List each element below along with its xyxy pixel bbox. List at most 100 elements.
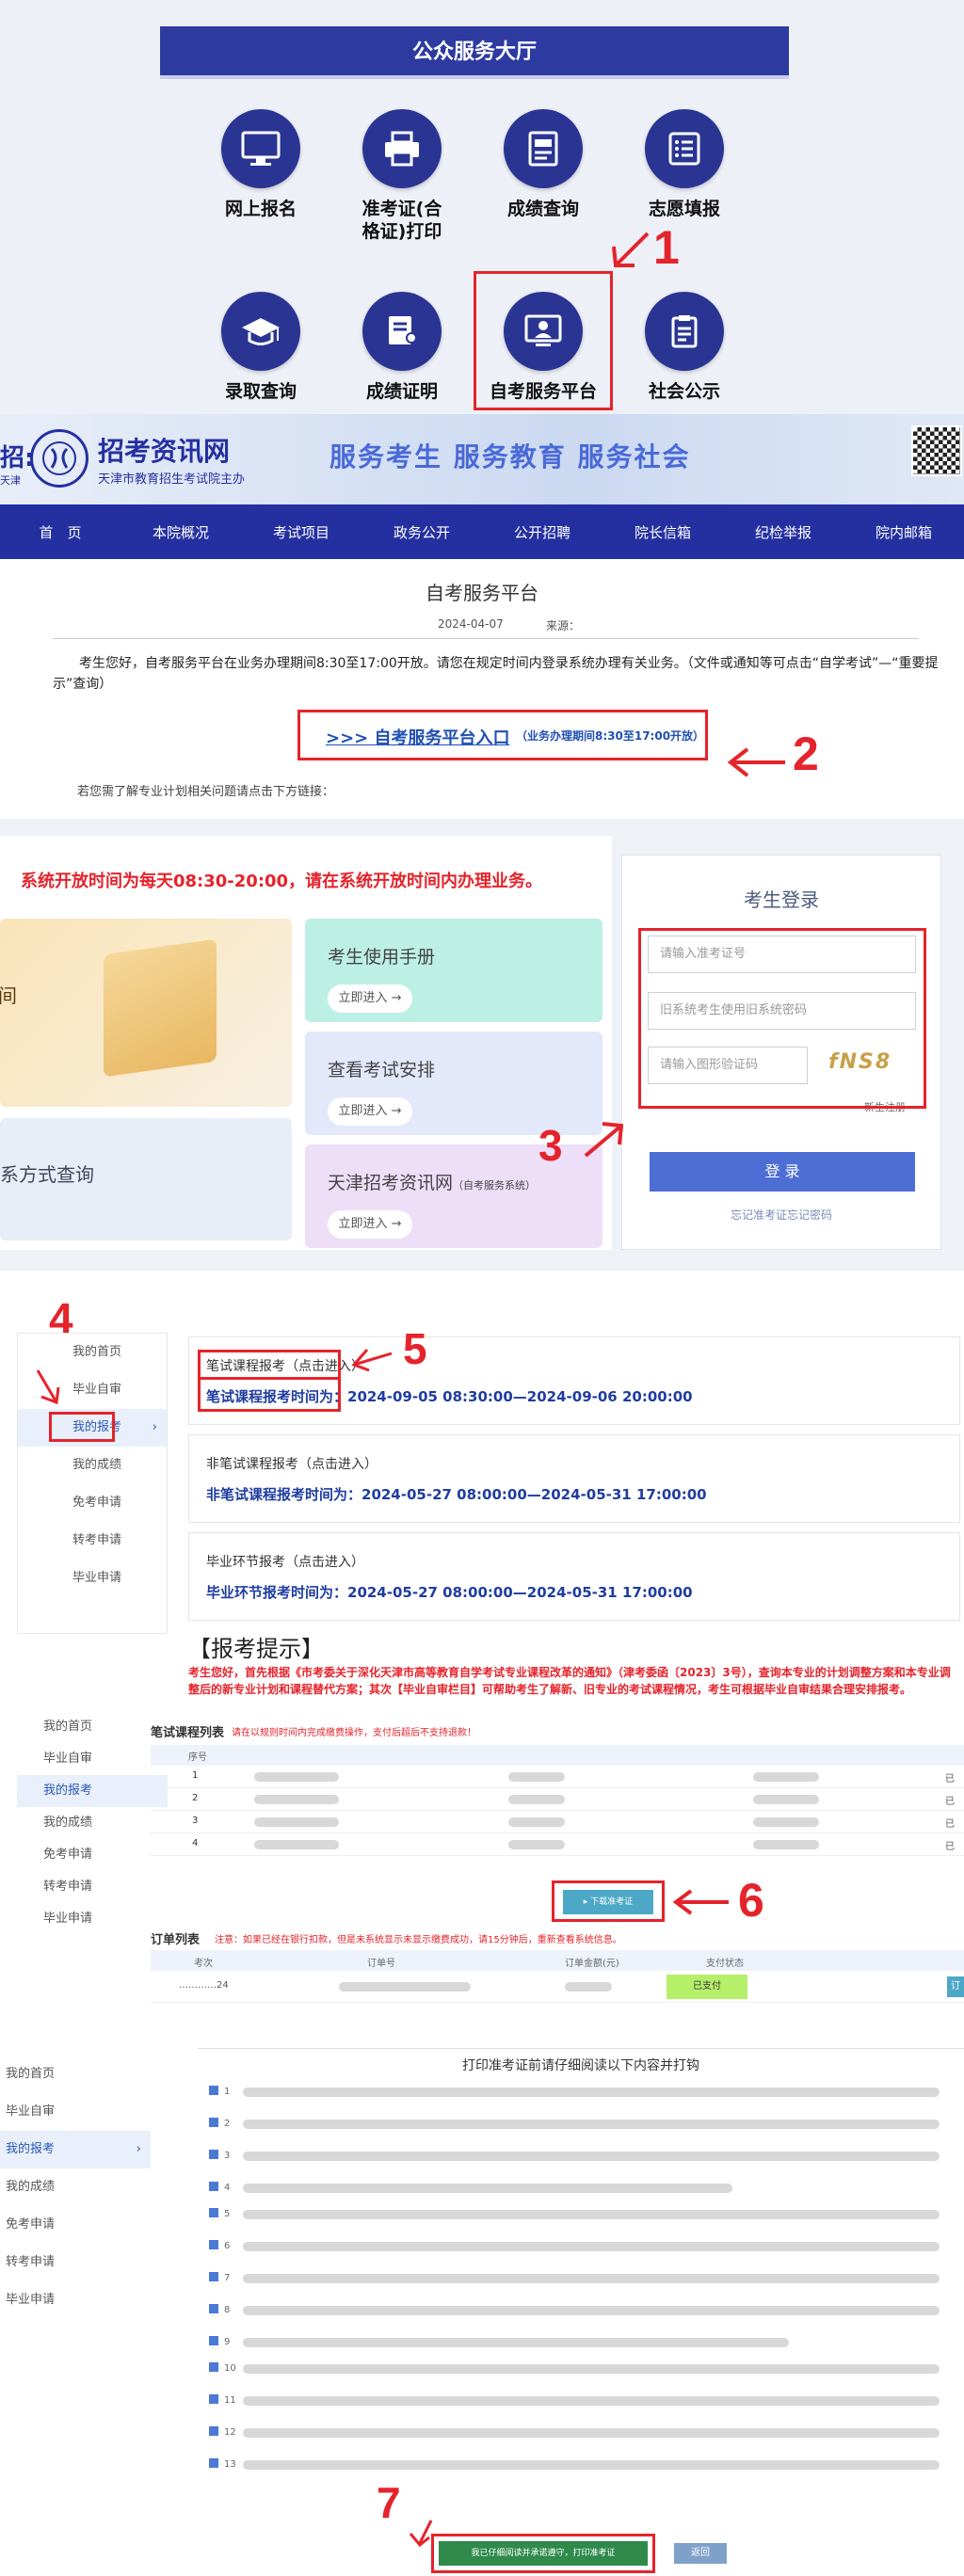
nav-item[interactable]: 公开招聘 [482, 522, 602, 542]
sidebar-item-my-scores[interactable]: 我的成绩 [0, 2168, 151, 2206]
order-table-title: 订单列表 [151, 1933, 201, 1947]
checkbox-icon[interactable] [209, 2336, 218, 2345]
view-order-button[interactable]: 订 [947, 1976, 964, 1997]
sidebar-item-home[interactable]: 我的首页 [17, 1711, 168, 1743]
highlight-box [638, 928, 926, 1109]
exam-info-website: 招: 天津 招考资讯网 天津市教育招生考试院主办 服务考生 服务教育 服务社会 … [0, 414, 964, 819]
sidebar-item-graduation-review[interactable]: 毕业自审 [0, 2093, 151, 2131]
enter-button[interactable]: 立即进入 → [328, 1097, 412, 1126]
back-button[interactable]: 返回 [674, 2543, 727, 2564]
print-title: 打印准考证前请仔细阅读以下内容并打钩 [462, 2058, 699, 2073]
sidebar-item-graduation-apply[interactable]: 毕业申请 [18, 1560, 167, 1597]
order-table-header: 考次 订单号 订单金额(元) 支付状态 [151, 1950, 964, 1971]
article-source: 来源： [546, 619, 581, 632]
list-item[interactable]: 1 [209, 2084, 962, 2100]
step-number: 2 [793, 728, 819, 780]
step-number: 7 [377, 2478, 401, 2527]
arrow-icon [672, 1889, 729, 1915]
sidebar: 我的首页 毕业自审 我的报考 我的成绩 免考申请 转考申请 毕业申请 [17, 1711, 168, 1958]
checkbox-icon[interactable] [209, 2394, 218, 2404]
list-item[interactable]: 10 [209, 2360, 962, 2376]
checkbox-icon[interactable] [209, 2458, 218, 2468]
sidebar-item-my-enrollment[interactable]: 我的报考 › [0, 2131, 151, 2168]
enter-button[interactable]: 立即进入 → [328, 1210, 412, 1239]
nav-item[interactable]: 本院概况 [120, 522, 241, 542]
service-admission-ticket-print[interactable]: 准考证(合 格证)打印 [331, 109, 473, 243]
service-application-fill[interactable]: 志愿填报 [614, 109, 755, 220]
list-item[interactable]: 3 [209, 2148, 962, 2164]
nav-item[interactable]: 纪检举报 [723, 522, 844, 542]
tile-user-manual[interactable]: 考生使用手册 立即进入 → [305, 919, 602, 1022]
arrow-icon [351, 1349, 393, 1372]
sidebar-item-home[interactable]: 我的首页 [18, 1334, 167, 1371]
sidebar-item-exemption[interactable]: 免考申请 [17, 1839, 168, 1871]
course-table-header: 序号 [151, 1745, 964, 1766]
step-number: 5 [403, 1324, 427, 1373]
sidebar-item-my-scores[interactable]: 我的成绩 [17, 1807, 168, 1839]
nav-item[interactable]: 院长信箱 [602, 522, 723, 542]
list-item[interactable]: 2 [209, 2116, 962, 2132]
checkbox-icon[interactable] [209, 2304, 218, 2313]
checkbox-icon[interactable] [209, 2118, 218, 2127]
document-user-icon [362, 292, 442, 371]
nav-item[interactable]: 院内邮箱 [844, 522, 964, 542]
list-item[interactable]: 5 [209, 2206, 962, 2222]
list-item[interactable]: 12 [209, 2424, 962, 2440]
checkbox-icon[interactable] [209, 2362, 218, 2372]
sidebar-item-transfer[interactable]: 转考申请 [18, 1522, 167, 1560]
book-icon [104, 938, 217, 1078]
service-label: 网上报名 [224, 199, 297, 219]
service-label: 社会公示 [648, 381, 720, 402]
sidebar-item-graduation-apply[interactable]: 毕业申请 [0, 2281, 151, 2319]
sidebar-item-my-enrollment[interactable]: 我的报考 [17, 1775, 168, 1807]
login-button[interactable]: 登 录 [650, 1152, 915, 1192]
service-admission-query[interactable]: 录取查询 [190, 292, 331, 403]
nav-item[interactable]: 考试项目 [241, 522, 362, 542]
checkbox-icon[interactable] [209, 2150, 218, 2159]
checkbox-icon[interactable] [209, 2272, 218, 2281]
sidebar-item-transfer[interactable]: 转考申请 [0, 2244, 151, 2281]
status-badge: 已支付 [667, 1975, 747, 1999]
sidebar-item-home[interactable]: 我的首页 [0, 2056, 151, 2093]
checkbox-icon[interactable] [209, 2182, 218, 2191]
arrow-icon [612, 232, 650, 267]
checkbox-icon[interactable] [209, 2240, 218, 2249]
enroll-card-graduation[interactable]: 毕业环节报考（点击进入） 毕业环节报考时间为：2024-05-27 08:00:… [188, 1532, 960, 1621]
nav-item[interactable]: 政务公开 [362, 522, 482, 542]
enroll-card-non-written[interactable]: 非笔试课程报考（点击进入） 非笔试课程报考时间为：2024-05-27 08:0… [188, 1434, 960, 1523]
sidebar-item-graduation-apply[interactable]: 毕业申请 [17, 1903, 168, 1935]
list-item[interactable]: 13 [209, 2456, 962, 2472]
service-public-notice[interactable]: 社会公示 [614, 292, 755, 403]
forgot-link[interactable]: 忘记准考证忘记密码 [621, 1207, 941, 1223]
list-item[interactable]: 11 [209, 2392, 962, 2408]
service-score-query[interactable]: 成绩查询 [473, 109, 614, 220]
contact-query-tile[interactable]: 系方式查询 [0, 1118, 292, 1240]
service-score-certificate[interactable]: 成绩证明 [331, 292, 473, 403]
list-icon [645, 109, 724, 188]
sidebar-item-graduation-review[interactable]: 毕业自审 [17, 1743, 168, 1775]
checkbox-icon[interactable] [209, 2208, 218, 2217]
list-item[interactable]: 4 [209, 2180, 962, 2196]
checkbox-icon[interactable] [209, 2086, 218, 2095]
table-row: 2已 [151, 1788, 964, 1811]
sidebar: 我的首页 毕业自审 我的报考 › 我的成绩 免考申请 转考申请 毕业申请 [0, 2056, 151, 2319]
nav-item[interactable]: 首 页 [0, 522, 120, 542]
chevron-right-icon: › [152, 1420, 157, 1434]
list-item[interactable]: 7 [209, 2270, 962, 2286]
course-table-title: 笔试课程列表 [151, 1726, 225, 1740]
hero-tile[interactable]: 间 [0, 919, 292, 1107]
checkbox-icon[interactable] [209, 2426, 218, 2436]
highlight-box [198, 1350, 341, 1380]
enter-button[interactable]: 立即进入 → [328, 984, 412, 1013]
sidebar-item-exemption[interactable]: 免考申请 [18, 1484, 167, 1522]
list-item[interactable]: 9 [209, 2334, 962, 2350]
article-more: 若您需了解专业计划相关问题请点击下方链接： [77, 785, 335, 799]
arrow-icon [36, 1369, 60, 1405]
list-item[interactable]: 6 [209, 2238, 962, 2254]
my-enrollment: 4 我的首页 毕业自审 我的报考 › 我的成绩 免考申请 转考申请 毕业申请 笔试… [0, 1271, 964, 1704]
sidebar-item-my-scores[interactable]: 我的成绩 [18, 1447, 167, 1484]
sidebar-item-exemption[interactable]: 免考申请 [0, 2206, 151, 2244]
sidebar-item-transfer[interactable]: 转考申请 [17, 1871, 168, 1903]
service-online-registration[interactable]: 网上报名 [190, 109, 331, 220]
list-item[interactable]: 8 [209, 2302, 962, 2318]
